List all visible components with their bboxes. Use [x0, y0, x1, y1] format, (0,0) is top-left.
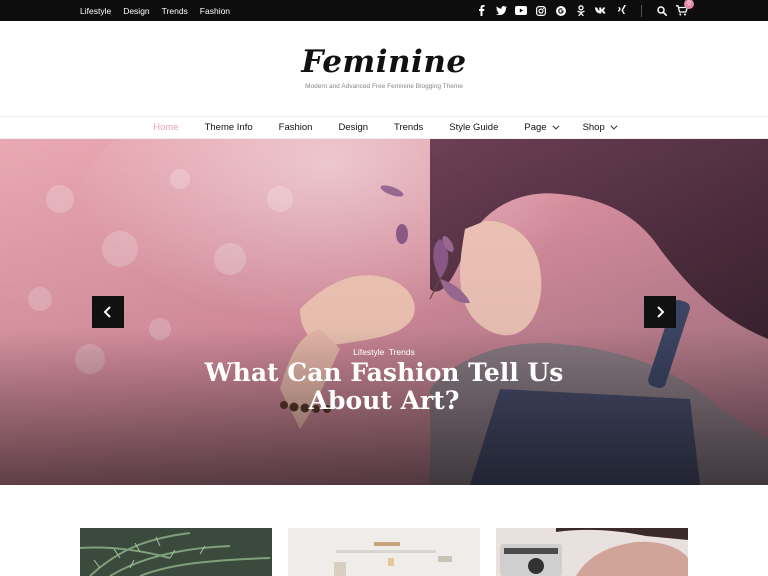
nav-item-theme-info[interactable]: Theme Info: [192, 122, 266, 133]
hero-title[interactable]: What Can Fashion Tell Us About Art?: [180, 359, 588, 415]
twitter-icon[interactable]: [495, 5, 507, 17]
nav-item-label: Theme Info: [204, 122, 253, 133]
nav-item-label: Design: [338, 122, 369, 133]
site-title[interactable]: Feminine: [0, 44, 768, 80]
top-nav: Lifestyle Design Trends Fashion: [80, 0, 230, 21]
social-links: 0: [475, 0, 694, 21]
nav-item-label: Style Guide: [449, 122, 499, 133]
post-card-image[interactable]: [80, 528, 272, 576]
cart-icon[interactable]: 0: [676, 0, 694, 17]
nav-item-label: Fashion: [278, 122, 313, 133]
hero-categories: Lifestyle Trends: [0, 347, 768, 357]
nav-item-label: Trends: [394, 122, 424, 133]
post-thumbnail: [80, 528, 272, 576]
hero-slider: Lifestyle Trends What Can Fashion Tell U…: [0, 139, 768, 485]
nav-item-home[interactable]: Home: [140, 122, 191, 133]
chevron-left-icon: [103, 306, 111, 318]
nav-item-trends[interactable]: Trends: [381, 122, 436, 133]
category-link-lifestyle[interactable]: Lifestyle: [353, 347, 384, 357]
nav-item-shop[interactable]: Shop: [570, 122, 628, 133]
category-link-trends[interactable]: Trends: [389, 347, 415, 357]
chevron-down-icon: [551, 122, 560, 130]
facebook-icon[interactable]: [475, 5, 487, 17]
nav-item-label: Shop: [582, 122, 605, 133]
instagram-icon[interactable]: [535, 5, 547, 17]
google-plus-icon[interactable]: [555, 5, 567, 17]
chevron-down-icon: [610, 122, 618, 130]
top-nav-lifestyle[interactable]: Lifestyle: [80, 6, 111, 16]
post-card-image[interactable]: [496, 528, 688, 576]
nav-item-style-guide[interactable]: Style Guide: [436, 122, 511, 133]
nav-item-page[interactable]: Page: [511, 122, 569, 133]
xing-icon[interactable]: [615, 5, 627, 17]
main-nav: Home Theme Info Fashion Design Trends St…: [0, 116, 768, 139]
nav-item-fashion[interactable]: Fashion: [266, 122, 326, 133]
odnoklassniki-icon[interactable]: [575, 5, 587, 17]
nav-item-label: Home: [153, 122, 179, 133]
youtube-icon[interactable]: [515, 5, 527, 17]
site-branding: Feminine Modern and Advanced Free Femini…: [0, 44, 768, 90]
post-card-image[interactable]: [288, 528, 480, 576]
top-nav-fashion[interactable]: Fashion: [200, 6, 230, 16]
chevron-right-icon: [657, 306, 665, 318]
search-icon[interactable]: [656, 5, 668, 17]
slider-next-button[interactable]: [644, 296, 676, 328]
top-bar: Lifestyle Design Trends Fashion 0: [0, 0, 768, 21]
top-nav-design[interactable]: Design: [123, 6, 149, 16]
site-tagline: Modern and Advanced Free Feminine Bloggi…: [305, 83, 463, 90]
divider: [641, 4, 642, 17]
post-thumbnail: [288, 528, 480, 576]
vk-icon[interactable]: [595, 5, 607, 17]
post-thumbnail: [496, 528, 688, 576]
top-nav-trends[interactable]: Trends: [162, 6, 188, 16]
slider-prev-button[interactable]: [92, 296, 124, 328]
nav-item-label: Page: [524, 122, 547, 133]
nav-item-design[interactable]: Design: [325, 122, 381, 133]
cart-count-badge: 0: [684, 0, 694, 9]
